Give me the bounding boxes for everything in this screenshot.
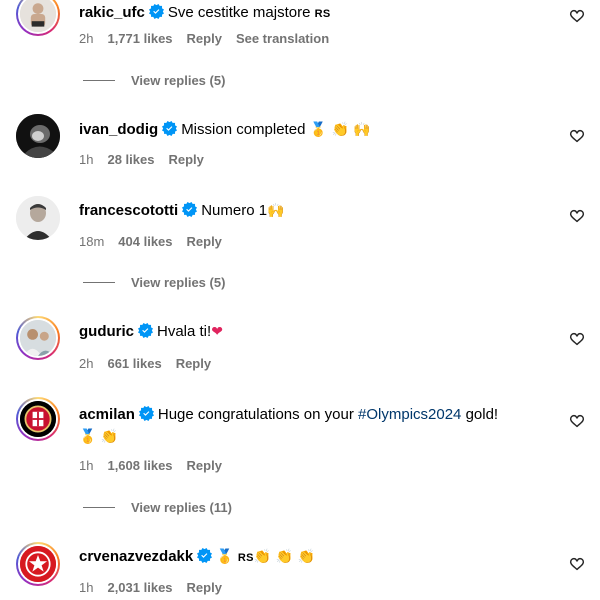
verified-badge-icon <box>182 202 197 217</box>
flag-rs: RS <box>237 552 254 564</box>
comment-line-2: 🥇 👏 <box>79 427 118 447</box>
comment-line: acmilan Huge congratulations on your #Oly… <box>79 405 498 425</box>
likes-count[interactable]: 661 likes <box>107 356 161 371</box>
heart-outline-icon[interactable] <box>569 208 585 224</box>
comment-text: Hvala ti! <box>157 323 212 340</box>
reply-button[interactable]: Reply <box>176 356 211 371</box>
verified-badge-icon <box>139 406 154 421</box>
comment-line: guduric Hvala ti!❤ <box>79 322 223 342</box>
comment-meta: 1h 2,031 likes Reply <box>79 580 236 595</box>
timestamp[interactable]: 1h <box>79 458 93 473</box>
avatar[interactable] <box>16 0 60 36</box>
likes-count[interactable]: 1,608 likes <box>107 458 172 473</box>
verified-badge-icon <box>197 548 212 563</box>
reply-button[interactable]: Reply <box>187 234 222 249</box>
heart-outline-icon[interactable] <box>569 331 585 347</box>
likes-count[interactable]: 404 likes <box>118 234 172 249</box>
likes-count[interactable]: 1,771 likes <box>107 31 172 46</box>
username[interactable]: guduric <box>79 323 134 340</box>
likes-count[interactable]: 28 likes <box>107 152 154 167</box>
avatar[interactable] <box>16 316 60 360</box>
verified-badge-icon <box>162 121 177 136</box>
view-replies-button[interactable]: View replies (5) <box>83 275 225 290</box>
username[interactable]: rakic_ufc <box>79 4 145 21</box>
comment-meta: 2h 1,771 likes Reply See translation <box>79 31 343 46</box>
heart-outline-icon[interactable] <box>569 8 585 24</box>
comment-meta: 1h 28 likes Reply <box>79 152 218 167</box>
heart-outline-icon[interactable] <box>569 556 585 572</box>
comment-text: Mission completed <box>181 121 306 138</box>
reply-button[interactable]: Reply <box>187 458 222 473</box>
avatar[interactable] <box>16 196 60 240</box>
likes-count[interactable]: 2,031 likes <box>107 580 172 595</box>
heart-outline-icon[interactable] <box>569 128 585 144</box>
timestamp[interactable]: 18m <box>79 234 104 249</box>
username[interactable]: crvenazvezdakk <box>79 548 193 565</box>
divider <box>83 507 115 508</box>
medal-emoji: 🥇 <box>216 549 234 565</box>
username[interactable]: acmilan <box>79 406 135 423</box>
comment-line: rakic_ufc Sve cestitke majstore RS <box>79 3 331 24</box>
hashtag-link[interactable]: #Olympics2024 <box>358 406 461 423</box>
comment-meta: 2h 661 likes Reply <box>79 356 225 371</box>
comment-meta: 18m 404 likes Reply <box>79 234 236 249</box>
view-replies-button[interactable]: View replies (5) <box>83 73 225 88</box>
avatar[interactable] <box>16 397 60 441</box>
heart-emoji: ❤ <box>211 324 223 340</box>
username[interactable]: francescototti <box>79 202 178 219</box>
comment-text: Numero 1 <box>201 202 268 219</box>
flag-rs: RS <box>314 8 331 20</box>
comment-line: crvenazvezdakk 🥇 RS👏 👏 👏 <box>79 547 315 568</box>
avatar[interactable] <box>16 542 60 586</box>
comment-line: francescototti Numero 1🙌 <box>79 201 284 221</box>
emoji-sequence: 🥇 👏 🙌 <box>309 122 371 138</box>
emoji-sequence: 🥇 👏 <box>79 429 119 445</box>
reply-button[interactable]: Reply <box>187 31 222 46</box>
verified-badge-icon <box>149 4 164 19</box>
timestamp[interactable]: 2h <box>79 31 93 46</box>
reply-button[interactable]: Reply <box>187 580 222 595</box>
emoji-sequence: 👏 👏 👏 <box>253 549 315 565</box>
comment-line: ivan_dodig Mission completed 🥇 👏 🙌 <box>79 120 371 140</box>
divider <box>83 282 115 283</box>
comment-meta: 1h 1,608 likes Reply <box>79 458 236 473</box>
reply-button[interactable]: Reply <box>168 152 203 167</box>
comment-text: Huge congratulations on your <box>157 406 359 423</box>
verified-badge-icon <box>138 323 153 338</box>
divider <box>83 80 115 81</box>
view-replies-button[interactable]: View replies (11) <box>83 500 232 515</box>
see-translation-button[interactable]: See translation <box>236 31 329 46</box>
username[interactable]: ivan_dodig <box>79 121 158 138</box>
comment-text-end: gold! <box>461 406 499 423</box>
heart-outline-icon[interactable] <box>569 413 585 429</box>
timestamp[interactable]: 1h <box>79 580 93 595</box>
emoji-sequence: 🙌 <box>267 203 285 219</box>
comment-text: Sve cestitke majstore <box>167 4 311 21</box>
avatar[interactable] <box>16 114 60 158</box>
timestamp[interactable]: 2h <box>79 356 93 371</box>
timestamp[interactable]: 1h <box>79 152 93 167</box>
